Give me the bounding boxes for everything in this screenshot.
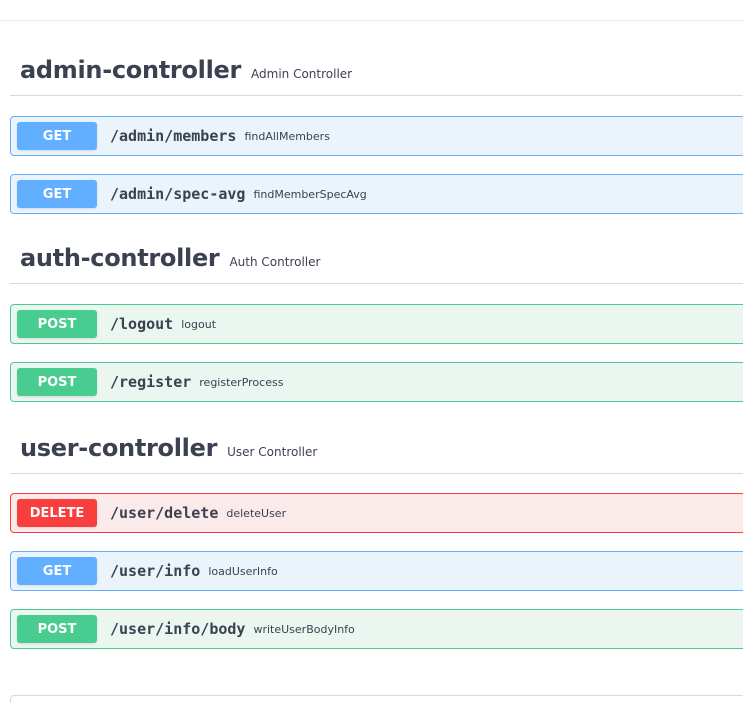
operation-get-user-info[interactable]: GET /user/info loadUserInfo: [10, 551, 743, 591]
tag-header-admin[interactable]: admin-controller Admin Controller: [10, 56, 743, 96]
tag-header-auth[interactable]: auth-controller Auth Controller: [10, 244, 743, 284]
operation-path: /admin/members: [110, 127, 237, 145]
method-badge: POST: [17, 368, 97, 396]
method-badge: DELETE: [17, 499, 97, 527]
operation-path: /user/delete: [110, 504, 219, 522]
operation-get-admin-spec-avg[interactable]: GET /admin/spec-avg findMemberSpecAvg: [10, 174, 743, 214]
operation-delete-user-delete[interactable]: DELETE /user/delete deleteUser: [10, 493, 743, 533]
method-badge: GET: [17, 180, 97, 208]
tag-description: Admin Controller: [251, 67, 353, 81]
schemas-section-edge: [10, 695, 743, 703]
operation-path: /user/info/body: [110, 620, 246, 638]
tag-name: auth-controller: [20, 244, 220, 272]
tag-section-admin[interactable]: admin-controller Admin Controller: [10, 56, 743, 96]
operation-summary: logout: [181, 317, 217, 331]
operation-post-register[interactable]: POST /register registerProcess: [10, 362, 743, 402]
operation-summary: deleteUser: [226, 506, 287, 520]
method-badge: GET: [17, 122, 97, 150]
tag-header-user[interactable]: user-controller User Controller: [10, 434, 743, 474]
method-badge: POST: [17, 615, 97, 643]
top-divider: [0, 20, 743, 21]
tag-section-auth[interactable]: auth-controller Auth Controller: [10, 244, 743, 284]
tag-description: User Controller: [227, 445, 318, 459]
operation-post-logout[interactable]: POST /logout logout: [10, 304, 743, 344]
tag-section-user[interactable]: user-controller User Controller: [10, 434, 743, 474]
operation-summary: findMemberSpecAvg: [253, 187, 367, 201]
operation-path: /logout: [110, 315, 174, 333]
operation-path: /admin/spec-avg: [110, 185, 246, 203]
operation-summary: loadUserInfo: [208, 564, 278, 578]
tag-name: user-controller: [20, 434, 218, 462]
operation-path: /user/info: [110, 562, 201, 580]
operation-summary: findAllMembers: [244, 129, 330, 143]
operation-summary: writeUserBodyInfo: [253, 622, 355, 636]
method-badge: POST: [17, 310, 97, 338]
operation-summary: registerProcess: [199, 375, 284, 389]
swagger-operations-page: admin-controller Admin Controller GET /a…: [0, 0, 743, 703]
method-badge: GET: [17, 557, 97, 585]
operation-path: /register: [110, 373, 192, 391]
tag-name: admin-controller: [20, 56, 242, 84]
tag-description: Auth Controller: [229, 255, 321, 269]
operation-get-admin-members[interactable]: GET /admin/members findAllMembers: [10, 116, 743, 156]
operation-post-user-info-body[interactable]: POST /user/info/body writeUserBodyInfo: [10, 609, 743, 649]
